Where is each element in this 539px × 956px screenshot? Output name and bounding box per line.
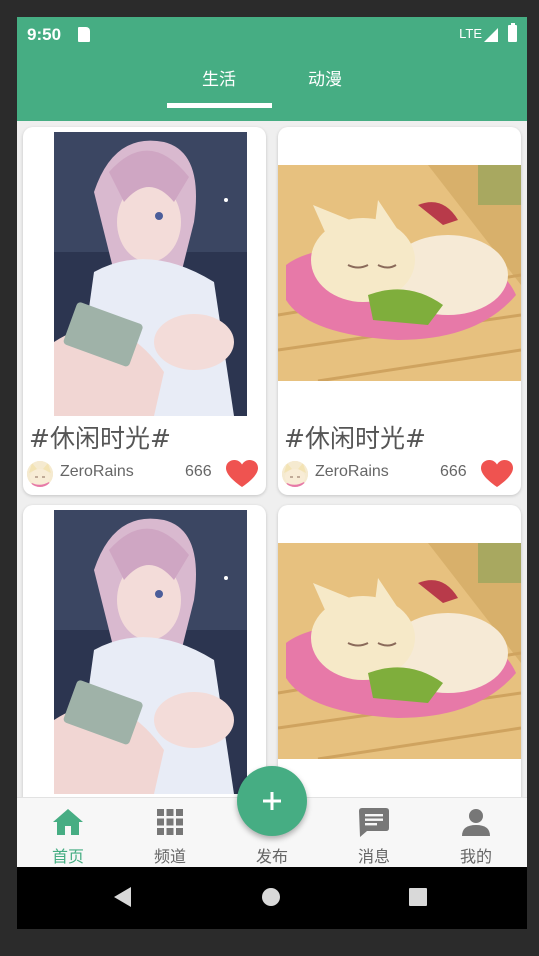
nav-profile[interactable]: 我的 (425, 798, 527, 868)
network-type: LTE (459, 26, 482, 41)
top-tab-bar: 生活 动漫 (17, 53, 527, 121)
like-count: 666 (185, 463, 212, 480)
tab-indicator (167, 103, 272, 108)
nav-label: 发布 (255, 847, 288, 866)
nav-home[interactable]: 首页 (17, 798, 119, 868)
back-icon[interactable] (114, 887, 131, 907)
sd-card-icon (78, 27, 90, 42)
post-card[interactable]: #休闲时光# ZeroRains 666 (23, 127, 266, 495)
post-title: #休闲时光# (29, 424, 171, 453)
like-count: 666 (440, 463, 467, 480)
nav-label: 频道 (153, 847, 186, 866)
grid-icon (157, 809, 183, 835)
person-icon (462, 809, 490, 836)
heart-icon[interactable] (226, 460, 258, 488)
message-icon (359, 808, 389, 837)
nav-label: 我的 (459, 847, 492, 866)
author-name[interactable]: ZeroRains (315, 463, 389, 481)
post-card[interactable] (278, 505, 521, 797)
nav-label: 消息 (357, 847, 390, 866)
tab-life[interactable]: 生活 (167, 65, 271, 90)
tab-anime[interactable]: 动漫 (273, 65, 377, 90)
avatar[interactable] (282, 461, 308, 487)
nav-label: 首页 (51, 847, 84, 866)
heart-icon[interactable] (481, 460, 513, 488)
system-nav-bar (17, 867, 527, 929)
post-card[interactable]: #休闲时光# ZeroRains 666 (278, 127, 521, 495)
post-image[interactable] (278, 165, 521, 381)
status-time: 9:50 (27, 25, 62, 44)
post-footer: ZeroRains 666 (23, 459, 266, 489)
publish-fab[interactable] (237, 766, 307, 836)
post-title: #休闲时光# (284, 424, 426, 453)
avatar[interactable] (27, 461, 53, 487)
nav-channel[interactable]: 频道 (119, 798, 221, 868)
home-button-icon[interactable] (262, 888, 280, 906)
post-image[interactable] (54, 132, 247, 416)
home-icon (53, 809, 83, 835)
post-image[interactable] (278, 543, 521, 759)
battery-icon (508, 23, 517, 42)
signal-icon (484, 28, 498, 42)
post-feed[interactable]: #休闲时光# ZeroRains 666 #休闲时光# ZeroRains 66… (17, 121, 527, 797)
author-name[interactable]: ZeroRains (60, 463, 134, 481)
post-footer: ZeroRains 666 (278, 459, 521, 489)
phone-screen: 9:50 LTE 生活 动漫 #休闲时光# ZeroRains 666 #休闲时… (17, 17, 527, 929)
status-bar: 9:50 LTE (17, 17, 527, 53)
recent-apps-icon[interactable] (409, 888, 427, 906)
post-card[interactable] (23, 505, 266, 797)
post-image[interactable] (54, 510, 247, 794)
add-icon (263, 792, 281, 810)
nav-messages[interactable]: 消息 (323, 798, 425, 868)
